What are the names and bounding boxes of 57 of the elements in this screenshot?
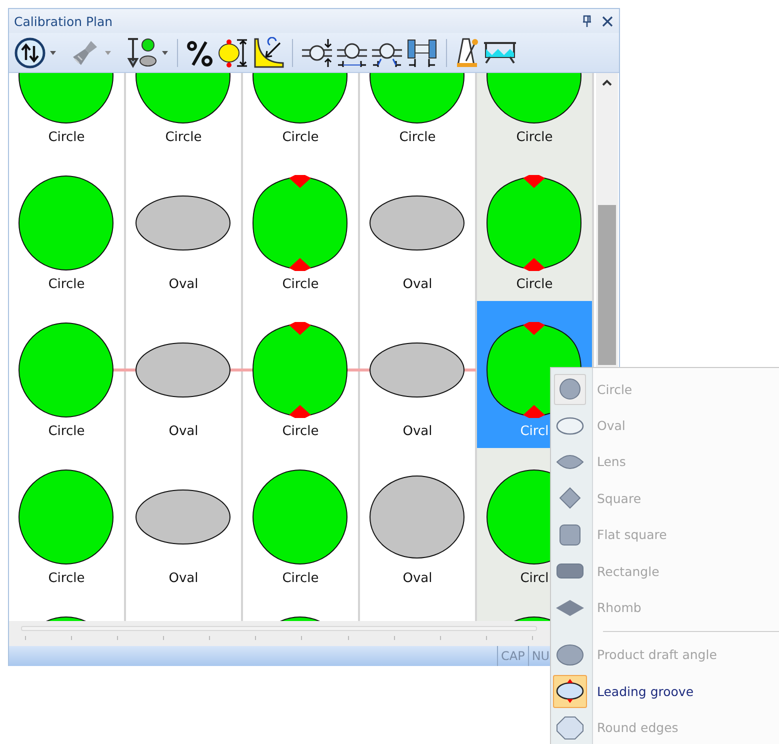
shape-icon (556, 679, 584, 704)
caret-icon[interactable] (161, 50, 169, 56)
window-title: Calibration Plan (14, 14, 114, 28)
shape-label: Oval (168, 423, 198, 441)
curve-icon[interactable] (252, 36, 284, 68)
plan-cell[interactable]: Oval (126, 301, 241, 448)
pin-icon[interactable] (582, 15, 592, 27)
shape-label: Circle (516, 276, 553, 294)
gauge-icon[interactable] (301, 36, 333, 68)
shape-label: Circl (520, 570, 549, 588)
shape-label: Circle (48, 423, 85, 441)
plan-cell[interactable]: Circle (9, 301, 124, 448)
swap-icon[interactable] (14, 36, 46, 68)
shape-label: Circle (282, 276, 319, 294)
shape-label: Circle (48, 129, 85, 147)
shape-label: Circle (516, 129, 553, 147)
scroll-track[interactable] (21, 626, 537, 631)
scroll-up-icon[interactable] (601, 79, 613, 87)
lemon-icon[interactable] (217, 36, 249, 68)
shape-icon (556, 716, 584, 740)
shape-label: Circle (48, 570, 85, 588)
shape-label: Oval (402, 423, 432, 441)
scroll-thumb[interactable] (598, 205, 616, 365)
shape-label: Circl (520, 423, 549, 441)
plan-cell[interactable]: Circle (9, 73, 124, 154)
shape-label: Circle (282, 423, 319, 441)
plan-cell[interactable]: Circle (9, 448, 124, 595)
plan-cell[interactable]: Circle (243, 154, 358, 301)
plan-cell[interactable]: Oval (360, 301, 475, 448)
shape-label: Oval (402, 570, 432, 588)
close-icon[interactable] (602, 16, 613, 26)
shape-icon (556, 642, 584, 667)
plan-cell[interactable]: Oval (360, 448, 475, 595)
metronome-icon[interactable] (455, 36, 479, 68)
shape-label: Oval (168, 276, 198, 294)
shape-label: Circle (165, 129, 202, 147)
plan-cell[interactable]: Circle (360, 73, 475, 154)
plan-cell[interactable]: Circle (243, 448, 358, 595)
plan-cell[interactable]: Circle (9, 154, 124, 301)
shape-label: Circle (48, 276, 85, 294)
shape-label: Oval (168, 570, 198, 588)
shape-label: Circle (399, 129, 436, 147)
plan-cell[interactable]: Circle (243, 73, 358, 154)
plan-cell[interactable]: Circle (477, 154, 592, 301)
plan-cell[interactable]: Oval (360, 154, 475, 301)
plan-cell[interactable]: Circle (477, 73, 592, 154)
plan-cell[interactable]: Circle (126, 73, 241, 154)
gauge-icon[interactable] (406, 36, 438, 68)
status-panel: CAP (497, 646, 528, 666)
menu-item[interactable]: Leading groove (551, 673, 779, 710)
shape-label: Circle (282, 570, 319, 588)
plan-cell[interactable]: Circle (243, 301, 358, 448)
shape-label: Oval (402, 276, 432, 294)
plan-cell[interactable]: Oval (126, 448, 241, 595)
shape-label: Circle (282, 129, 319, 147)
caret-icon[interactable] (49, 50, 57, 56)
plan-cell[interactable]: Oval (126, 154, 241, 301)
